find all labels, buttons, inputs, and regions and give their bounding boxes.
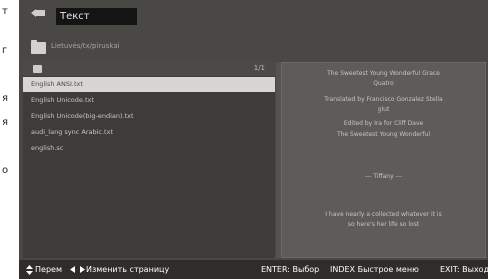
help-bar: Перем Изменить страницу ENTER: Выбор IND… xyxy=(19,260,488,279)
left-margin-text: т г я я о xyxy=(0,0,19,279)
breadcrumb: Lietuvės/tx/piruskai xyxy=(19,37,488,59)
exit-hint: EXIT: Выход xyxy=(440,265,488,274)
file-item-english-sc[interactable]: english.sc xyxy=(23,141,275,156)
margin-char: я xyxy=(2,117,9,128)
preview-line: --- Tiffany --- xyxy=(364,173,403,180)
page-title: Текст xyxy=(56,8,137,25)
change-page-hint: Изменить страницу xyxy=(86,265,170,274)
parent-folder-icon[interactable] xyxy=(33,65,42,73)
preview-line: so here's her life so lost xyxy=(347,221,420,228)
path-text: Lietuvės/tx/piruskai xyxy=(51,42,120,50)
file-item-arabic[interactable]: audi_lang sync Arabic.txt xyxy=(23,125,275,140)
folder-icon xyxy=(31,40,46,54)
preview-line: glut xyxy=(377,106,390,113)
file-item-english-unicode[interactable]: English Unicode.txt xyxy=(23,93,275,108)
preview-line: I have nearly a collected whatever it is xyxy=(325,211,442,218)
margin-char: г xyxy=(2,45,8,56)
list-header: 1/1 xyxy=(23,62,275,76)
file-item-english-unicode-big-endian[interactable]: English Unicode(big-endian).txt xyxy=(23,109,275,124)
preview-line: Edited by Ira for Cliff Dave xyxy=(343,120,424,127)
move-hint: Перем xyxy=(35,265,62,274)
preview-line: Translated by Francisco Gonzalez Stella xyxy=(324,96,443,103)
index-hint: INDEX Быстрое меню xyxy=(330,265,419,274)
title-bar: Текст xyxy=(19,0,488,27)
enter-hint: ENTER: Выбор xyxy=(261,265,320,274)
margin-char: о xyxy=(2,165,9,176)
preview-line: The Sweetest Young Wonderful Grace xyxy=(327,70,440,77)
margin-char: я xyxy=(2,93,9,104)
up-down-icon xyxy=(26,265,33,275)
tv-screen: Текст Lietuvės/tx/piruskai 1/1 English A… xyxy=(19,0,488,279)
file-item-english-ansi[interactable]: English ANSI.txt xyxy=(23,77,275,92)
preview-line: The Sweetest Young Wonderful xyxy=(336,131,431,138)
preview-line: Quatro xyxy=(373,80,394,87)
content-area: Lietuvės/tx/piruskai 1/1 English ANSI.tx… xyxy=(19,27,488,260)
left-right-icon xyxy=(70,266,85,273)
exit-arrow-icon xyxy=(31,9,45,17)
file-list[interactable]: 1/1 English ANSI.txt English Unicode.txt… xyxy=(23,62,275,258)
page-indicator: 1/1 xyxy=(253,64,265,72)
margin-char: т xyxy=(2,6,8,17)
text-preview: The Sweetest Young Wonderful Grace Quatr… xyxy=(281,62,486,258)
